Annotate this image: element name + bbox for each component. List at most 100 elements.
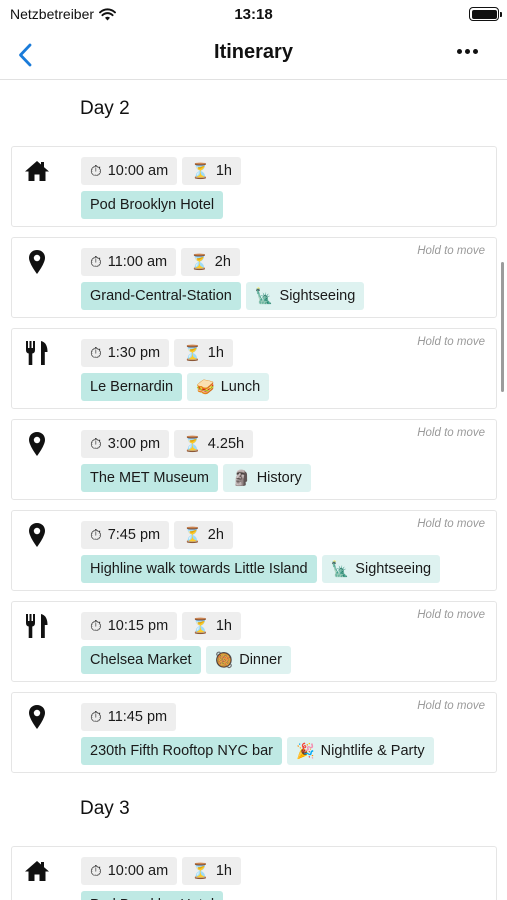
category-emoji-icon: 🥘 xyxy=(214,651,234,669)
place-chip[interactable]: 230th Fifth Rooftop NYC bar xyxy=(81,737,282,765)
more-options-button[interactable] xyxy=(454,46,481,57)
category-chip[interactable]: 🗽 Sightseeing xyxy=(245,282,365,310)
battery-icon xyxy=(469,7,502,21)
place-chip[interactable]: Pod Brooklyn Hotel xyxy=(81,891,224,900)
status-time: 13:18 xyxy=(234,6,273,23)
tag-row: Chelsea Market 🥘 Dinner xyxy=(81,646,291,674)
place-chip-text: Pod Brooklyn Hotel xyxy=(90,197,215,213)
duration-chip[interactable]: ⏳ 2h xyxy=(181,248,240,276)
itinerary-item-card[interactable]: Hold to move ⏱ 7:45 pm ⏳ 2h Highline walk tow… xyxy=(11,510,497,591)
category-chip-text: Dinner xyxy=(239,652,282,668)
start-time-chip[interactable]: ⏱ 11:45 pm xyxy=(81,703,177,731)
back-button[interactable] xyxy=(10,38,40,72)
category-chip-text: Lunch xyxy=(220,379,261,395)
status-bar: Netzbetreiber 13:18 xyxy=(0,0,507,30)
stopwatch-icon: ⏱ xyxy=(90,526,102,544)
hold-to-move-hint: Hold to move xyxy=(417,427,485,439)
category-chip[interactable]: 🎉 Nightlife & Party xyxy=(286,737,434,765)
duration-chip[interactable]: ⏳ 1h xyxy=(182,157,241,185)
time-row: ⏱ 10:00 am ⏳ 1h xyxy=(81,857,241,885)
place-chip[interactable]: The MET Museum xyxy=(81,464,218,492)
start-time-chip-text: 10:15 pm xyxy=(107,618,169,634)
time-row: ⏱ 10:00 am ⏳ 1h xyxy=(81,157,241,185)
tag-row: Le Bernardin 🥪 Lunch xyxy=(81,373,270,401)
duration-chip[interactable]: ⏳ 1h xyxy=(182,857,241,885)
time-row: ⏱ 11:45 pm xyxy=(81,703,177,731)
category-chip[interactable]: 🥪 Lunch xyxy=(187,373,270,401)
duration-chip[interactable]: ⏳ 1h xyxy=(174,339,233,367)
start-time-chip-text: 3:00 pm xyxy=(107,436,161,452)
itinerary-list[interactable]: Day 2 ⏱ 10:00 am ⏳ 1h Pod Brooklyn Hotel Hold … xyxy=(0,81,507,900)
tag-row: Pod Brooklyn Hotel xyxy=(81,891,224,900)
hold-to-move-hint: Hold to move xyxy=(417,245,485,257)
place-chip[interactable]: Highline walk towards Little Island xyxy=(81,555,317,583)
duration-chip[interactable]: ⏳ 4.25h xyxy=(174,430,254,458)
itinerary-item-card[interactable]: ⏱ 10:00 am ⏳ 1h Pod Brooklyn Hotel xyxy=(11,846,497,900)
start-time-chip[interactable]: ⏱ 10:00 am xyxy=(81,857,178,885)
duration-chip[interactable]: ⏳ 1h xyxy=(182,612,241,640)
start-time-chip-text: 10:00 am xyxy=(107,163,169,179)
tag-row: The MET Museum 🗿 History xyxy=(81,464,311,492)
category-emoji-icon: 🎉 xyxy=(295,742,315,760)
duration-chip[interactable]: ⏳ 2h xyxy=(174,521,233,549)
duration-chip-text: 1h xyxy=(215,618,232,634)
hold-to-move-hint: Hold to move xyxy=(417,609,485,621)
place-chip[interactable]: Chelsea Market xyxy=(81,646,201,674)
place-chip-text: The MET Museum xyxy=(90,470,209,486)
itinerary-item-card[interactable]: ⏱ 10:00 am ⏳ 1h Pod Brooklyn Hotel xyxy=(11,146,497,227)
start-time-chip[interactable]: ⏱ 7:45 pm xyxy=(81,521,170,549)
category-chip[interactable]: 🗽 Sightseeing xyxy=(321,555,441,583)
start-time-chip[interactable]: ⏱ 1:30 pm xyxy=(81,339,170,367)
hourglass-icon: ⏳ xyxy=(191,862,210,880)
hold-to-move-hint: Hold to move xyxy=(417,336,485,348)
start-time-chip-text: 11:00 am xyxy=(107,254,168,270)
time-row: ⏱ 11:00 am ⏳ 2h xyxy=(81,248,240,276)
day-header: Day 3 xyxy=(80,798,130,819)
place-chip[interactable]: Le Bernardin xyxy=(81,373,183,401)
category-chip-text: Nightlife & Party xyxy=(320,743,425,759)
itinerary-item-card[interactable]: Hold to move ⏱ 1:30 pm ⏳ 1h Le Bernardin 🥪 Lunc… xyxy=(11,328,497,409)
stopwatch-icon: ⏱ xyxy=(90,708,102,726)
place-chip-text: 230th Fifth Rooftop NYC bar xyxy=(90,743,273,759)
category-chip[interactable]: 🗿 History xyxy=(223,464,311,492)
more-dot-icon xyxy=(473,49,478,54)
hourglass-icon: ⏳ xyxy=(191,162,210,180)
duration-chip-text: 4.25h xyxy=(207,436,245,452)
duration-chip-text: 1h xyxy=(215,163,232,179)
time-row: ⏱ 3:00 pm ⏳ 4.25h xyxy=(81,430,254,458)
place-chip[interactable]: Pod Brooklyn Hotel xyxy=(81,191,224,219)
start-time-chip[interactable]: ⏱ 11:00 am xyxy=(81,248,177,276)
tag-row: 230th Fifth Rooftop NYC bar 🎉 Nightlife & … xyxy=(81,737,434,765)
tag-row: Pod Brooklyn Hotel xyxy=(81,191,224,219)
itinerary-item-card[interactable]: Hold to move ⏱ 10:15 pm ⏳ 1h Chelsea Market 🥘 D… xyxy=(11,601,497,682)
hourglass-icon: ⏳ xyxy=(183,344,202,362)
location-pin-icon xyxy=(24,522,50,548)
category-emoji-icon: 🗿 xyxy=(232,469,251,487)
fork-knife-icon xyxy=(24,340,50,366)
time-row: ⏱ 7:45 pm ⏳ 2h xyxy=(81,521,233,549)
page-title: Itinerary xyxy=(214,41,293,63)
itinerary-item-card[interactable]: Hold to move ⏱ 3:00 pm ⏳ 4.25h The MET Museum… xyxy=(11,419,497,500)
duration-chip-text: 1h xyxy=(207,345,224,361)
more-dot-icon xyxy=(465,49,470,54)
itinerary-item-card[interactable]: Hold to move ⏱ 11:45 pm 230th Fifth Rooftop… xyxy=(11,692,497,773)
start-time-chip-text: 10:00 am xyxy=(107,863,169,879)
hourglass-icon: ⏳ xyxy=(183,526,202,544)
location-pin-icon xyxy=(24,249,50,275)
location-pin-icon xyxy=(24,704,50,730)
scroll-indicator[interactable] xyxy=(501,262,504,392)
start-time-chip[interactable]: ⏱ 3:00 pm xyxy=(81,430,170,458)
start-time-chip[interactable]: ⏱ 10:15 pm xyxy=(81,612,178,640)
duration-chip-text: 1h xyxy=(215,863,232,879)
more-dot-icon xyxy=(457,49,462,54)
duration-chip-text: 2h xyxy=(207,527,224,543)
category-chip[interactable]: 🥘 Dinner xyxy=(205,646,291,674)
place-chip[interactable]: Grand-Central-Station xyxy=(81,282,241,310)
category-chip-text: Sightseeing xyxy=(355,561,432,577)
stopwatch-icon: ⏱ xyxy=(90,862,102,880)
place-chip-text: Grand-Central-Station xyxy=(90,288,232,304)
start-time-chip[interactable]: ⏱ 10:00 am xyxy=(81,157,178,185)
itinerary-item-card[interactable]: Hold to move ⏱ 11:00 am ⏳ 2h Grand-Central-St… xyxy=(11,237,497,318)
fork-knife-icon xyxy=(24,613,50,639)
stopwatch-icon: ⏱ xyxy=(90,435,102,453)
